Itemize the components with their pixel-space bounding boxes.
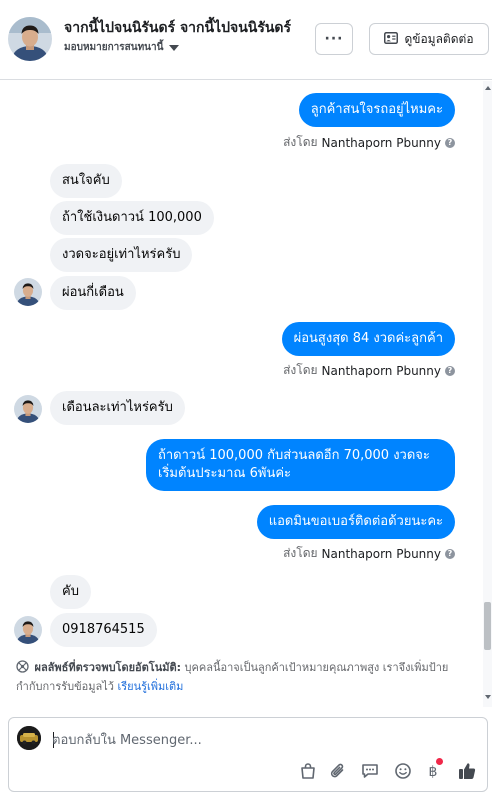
outgoing-message[interactable]: ลูกค้าสนใจรถอยู่ไหมคะ — [298, 93, 455, 127]
view-contact-button[interactable]: ดูข้อมูลติดต่อ — [369, 23, 489, 55]
incoming-message[interactable]: เดือนละเท่าไหร่ครับ — [50, 391, 185, 425]
outgoing-message[interactable]: แอดมินขอเบอร์ติดต่อด้วยนะคะ — [256, 505, 455, 539]
sent-by-label: ส่งโดย Nanthaporn Pbunny ? — [283, 361, 455, 380]
caret-down-icon — [169, 44, 180, 51]
scroll-down-arrow-icon[interactable] — [485, 695, 491, 699]
sender-name: Nanthaporn Pbunny — [321, 135, 441, 150]
sent-by-prefix: ส่งโดย — [283, 546, 318, 560]
sent-by-prefix: ส่งโดย — [283, 363, 318, 377]
info-icon[interactable]: ? — [445, 548, 455, 559]
scrollbar-thumb[interactable] — [484, 602, 491, 650]
message-line: เริ่มต้นประมาณ 6พันค่ะ — [158, 466, 292, 481]
shopping-bag-icon[interactable] — [297, 760, 319, 782]
sent-by-prefix: ส่งโดย — [283, 135, 318, 149]
incoming-message[interactable]: คับ — [50, 575, 91, 609]
reply-composer: ฿ — [8, 717, 488, 792]
saved-replies-icon[interactable] — [359, 760, 381, 782]
customer-avatar-small[interactable] — [14, 395, 42, 423]
currency-icon[interactable]: ฿ — [422, 758, 444, 782]
sender-name: Nanthaporn Pbunny — [321, 546, 441, 561]
incoming-message[interactable]: ถ้าใช้เงินดาวน์ 100,000 — [50, 201, 214, 235]
more-options-label: ··· — [324, 31, 344, 47]
contact-card-icon — [384, 31, 399, 47]
page-avatar — [17, 726, 41, 750]
sent-by-label: ส่งโดย Nanthaporn Pbunny ? — [283, 133, 455, 152]
more-options-button[interactable]: ··· — [315, 23, 353, 55]
scroll-up-arrow-icon[interactable] — [485, 86, 491, 90]
reply-input[interactable] — [52, 730, 452, 750]
incoming-message[interactable]: งวดจะอยู่เท่าไหร่ครับ — [50, 238, 193, 272]
sender-name: Nanthaporn Pbunny — [321, 363, 441, 378]
thumbs-up-icon[interactable] — [456, 760, 478, 782]
customer-avatar-small[interactable] — [14, 278, 42, 306]
svg-text:฿: ฿ — [429, 764, 438, 780]
notice-label: ผลลัพธ์ที่ตรวจพบโดยอัตโนมัติ: — [34, 661, 182, 674]
learn-more-link[interactable]: เรียนรู้เพิ่มเติม — [117, 680, 183, 693]
auto-detected-notice: ผลลัพธ์ที่ตรวจพบโดยอัตโนมัติ: บุคคลนี้อา… — [16, 659, 456, 695]
outgoing-message[interactable]: ถ้าดาวน์ 100,000 กับส่วนลดอีก 70,000 งวด… — [146, 439, 455, 491]
lead-detect-icon — [16, 660, 29, 678]
assign-label: มอบหมายการสนทนานี้ — [64, 42, 164, 53]
customer-name: จากนี้ไปจนนิรันดร์ จากนี้ไปจนนิรันดร์ — [64, 20, 292, 36]
notification-dot — [436, 758, 443, 765]
customer-avatar-small[interactable] — [14, 616, 42, 644]
view-contact-label: ดูข้อมูลติดต่อ — [404, 31, 474, 46]
paperclip-icon[interactable] — [327, 760, 349, 782]
incoming-message[interactable]: ผ่อนกี่เดือน — [50, 276, 136, 310]
info-icon[interactable]: ? — [445, 137, 455, 148]
sent-by-label: ส่งโดย Nanthaporn Pbunny ? — [283, 544, 455, 563]
emoji-icon[interactable] — [392, 760, 414, 782]
incoming-message[interactable]: 0918764515 — [50, 613, 157, 647]
message-line: ถ้าดาวน์ 100,000 กับส่วนลดอีก 70,000 งวด… — [158, 448, 430, 463]
incoming-message[interactable]: สนใจคับ — [50, 164, 122, 198]
info-icon[interactable]: ? — [445, 365, 455, 376]
message-thread: ลูกค้าสนใจรถอยู่ไหมคะ ส่งโดย Nanthaporn … — [0, 81, 482, 707]
conversation-header: จากนี้ไปจนนิรันดร์ จากนี้ไปจนนิรันดร์ มอ… — [0, 0, 492, 80]
assign-conversation-dropdown[interactable]: มอบหมายการสนทนานี้ — [64, 40, 180, 55]
customer-avatar[interactable] — [8, 17, 52, 61]
outgoing-message[interactable]: ผ่อนสูงสุด 84 งวดค่ะลูกค้า — [281, 322, 455, 356]
